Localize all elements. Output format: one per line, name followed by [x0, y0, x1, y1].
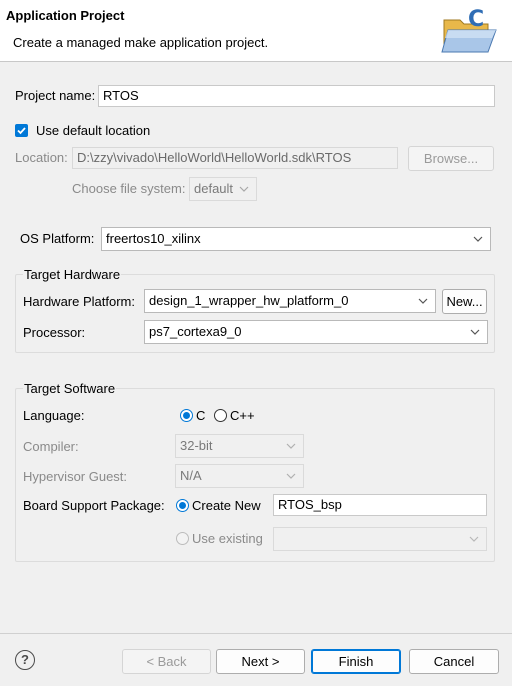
os-platform-value: freertos10_xilinx — [106, 231, 201, 246]
page-description: Create a managed make application projec… — [13, 35, 269, 50]
chevron-down-icon — [239, 186, 249, 192]
hardware-platform-label: Hardware Platform: — [23, 294, 135, 309]
compiler-label: Compiler: — [23, 439, 79, 454]
finish-button[interactable]: Finish — [311, 649, 401, 674]
file-system-value: default — [194, 181, 234, 196]
checkmark-icon — [17, 127, 26, 135]
language-c-label: C — [196, 408, 206, 423]
language-c-radio[interactable] — [180, 409, 193, 422]
hypervisor-guest-label: Hypervisor Guest: — [23, 469, 128, 484]
hardware-platform-select[interactable]: design_1_wrapper_hw_platform_0 — [144, 289, 436, 313]
chevron-down-icon — [418, 298, 428, 304]
processor-select[interactable]: ps7_cortexa9_0 — [144, 320, 488, 344]
bsp-use-existing-radio[interactable] — [176, 532, 189, 545]
page-title: Application Project — [6, 8, 125, 23]
location-label: Location: — [15, 150, 68, 165]
bsp-use-existing-label: Use existing — [192, 531, 263, 546]
back-button[interactable]: < Back — [122, 649, 211, 674]
file-system-label: Choose file system: — [72, 181, 186, 196]
processor-label: Processor: — [23, 325, 86, 340]
location-input[interactable]: D:\zzy\vivado\HelloWorld\HelloWorld.sdk\… — [72, 147, 398, 169]
hardware-platform-value: design_1_wrapper_hw_platform_0 — [149, 293, 349, 308]
use-default-location-checkbox[interactable] — [15, 124, 28, 137]
language-cpp-label: C++ — [230, 408, 255, 423]
project-name-label: Project name: — [15, 88, 96, 103]
processor-value: ps7_cortexa9_0 — [149, 324, 242, 339]
svg-text:C: C — [468, 7, 484, 32]
chevron-down-icon — [473, 236, 483, 242]
language-cpp-radio[interactable] — [214, 409, 227, 422]
bsp-create-new-radio[interactable] — [176, 499, 189, 512]
language-label: Language: — [23, 408, 85, 423]
compiler-select[interactable]: 32-bit — [175, 434, 304, 458]
compiler-value: 32-bit — [180, 438, 213, 453]
chevron-down-icon — [469, 536, 479, 542]
browse-button[interactable]: Browse... — [408, 146, 494, 171]
hypervisor-guest-value: N/A — [180, 468, 202, 483]
help-icon[interactable]: ? — [15, 650, 35, 670]
bsp-existing-select[interactable] — [273, 527, 487, 551]
project-name-input[interactable]: RTOS — [98, 85, 495, 107]
new-hardware-platform-button[interactable]: New... — [442, 289, 487, 314]
file-system-select[interactable]: default — [189, 177, 257, 201]
wizard-header: Application Project Create a managed mak… — [0, 0, 512, 62]
footer-divider — [0, 633, 512, 634]
os-platform-select[interactable]: freertos10_xilinx — [101, 227, 491, 251]
chevron-down-icon — [286, 473, 296, 479]
next-button[interactable]: Next > — [216, 649, 305, 674]
folder-c-icon: C — [441, 7, 497, 53]
target-software-title: Target Software — [23, 381, 117, 396]
use-default-location-label: Use default location — [36, 123, 151, 138]
os-platform-label: OS Platform: — [20, 231, 95, 246]
chevron-down-icon — [470, 329, 480, 335]
bsp-label: Board Support Package: — [23, 498, 165, 513]
bsp-name-input[interactable]: RTOS_bsp — [273, 494, 487, 516]
cancel-button[interactable]: Cancel — [409, 649, 499, 674]
hypervisor-guest-select[interactable]: N/A — [175, 464, 304, 488]
chevron-down-icon — [286, 443, 296, 449]
bsp-create-new-label: Create New — [192, 498, 261, 513]
target-hardware-title: Target Hardware — [23, 267, 122, 282]
